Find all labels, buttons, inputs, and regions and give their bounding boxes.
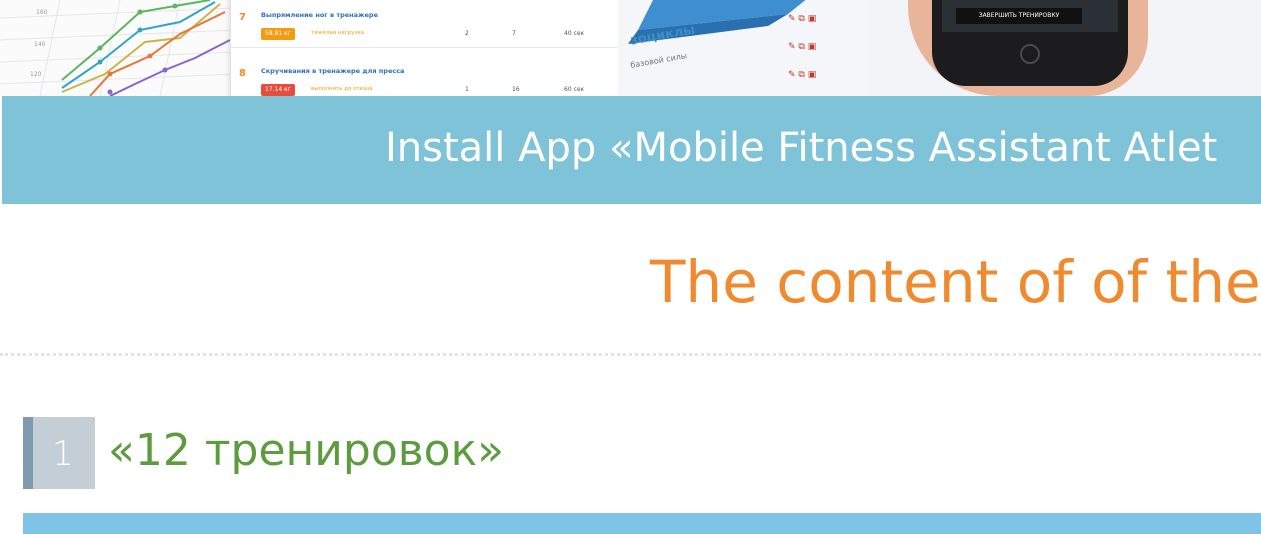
progress-chart-thumbnail: 160 140 120 — [0, 0, 236, 96]
item-accent-bar — [23, 417, 33, 489]
finish-workout-button: ЗАВЕРШИТЬ ТРЕНИРОВКУ — [956, 8, 1082, 24]
exercise-number: 8 — [239, 68, 246, 79]
bottom-blue-strip — [23, 513, 1261, 534]
rest-value: 60 сек — [564, 86, 585, 93]
edit-copy-delete-icons: ✎ ⧉ ▣ — [788, 14, 817, 24]
exercise-row: 8 Скручивания в тренажере для пресса 17.… — [231, 56, 631, 96]
load-note: тяжелая нагрузка — [311, 30, 365, 36]
page-section-title: The content of of the — [650, 248, 1261, 316]
svg-text:160: 160 — [36, 9, 48, 16]
item-number: 1 — [52, 434, 74, 474]
sets-value: 2 — [465, 30, 469, 37]
reps-value: 7 — [512, 30, 516, 37]
dotted-divider — [0, 353, 1261, 356]
hero-banner: 160 140 120 7 Выпрямление ног в тренажере … — [0, 0, 1261, 96]
install-app-banner[interactable]: Install App «Mobile Fitness Assistant At… — [2, 96, 1261, 204]
item-title-link[interactable]: «12 тренировок» — [108, 425, 504, 476]
exercise-title: Выпрямление ног в тренажере — [261, 11, 378, 19]
home-button-icon — [1020, 44, 1040, 64]
rest-value: 40 сек — [564, 30, 585, 37]
sets-value: 1 — [465, 86, 469, 93]
phone-device: ЗАВЕРШИТЬ ТРЕНИРОВКУ — [932, 0, 1128, 86]
weight-badge: 58.81 кг — [261, 28, 295, 40]
exercise-title: Скручивания в тренажере для пресса — [261, 67, 405, 75]
exercise-number: 7 — [239, 12, 246, 23]
load-note: выполнять до отказа — [311, 86, 373, 92]
svg-text:140: 140 — [34, 41, 46, 48]
reps-value: 16 — [512, 86, 520, 93]
plan-card-thumbnail: зоциклы базовой силы ✎ ⧉ ▣ ✎ ⧉ ▣ ✎ ⧉ ▣ — [618, 0, 868, 96]
edit-copy-delete-icons: ✎ ⧉ ▣ — [788, 42, 817, 52]
exercise-table-thumbnail: 7 Выпрямление ног в тренажере 58.81 кг т… — [230, 0, 631, 96]
install-app-text[interactable]: Install App «Mobile Fitness Assistant At… — [385, 125, 1217, 171]
phone-in-hand-image: ЗАВЕРШИТЬ ТРЕНИРОВКУ — [868, 0, 1261, 96]
progress-chart-graphic: 160 140 120 — [0, 0, 236, 96]
phone-screen: ЗАВЕРШИТЬ ТРЕНИРОВКУ — [942, 0, 1118, 32]
edit-copy-delete-icons: ✎ ⧉ ▣ — [788, 70, 817, 80]
svg-text:120: 120 — [30, 71, 42, 78]
exercise-row: 7 Выпрямление ног в тренажере 58.81 кг т… — [231, 0, 631, 48]
weight-badge: 17.14 кг — [261, 84, 295, 96]
